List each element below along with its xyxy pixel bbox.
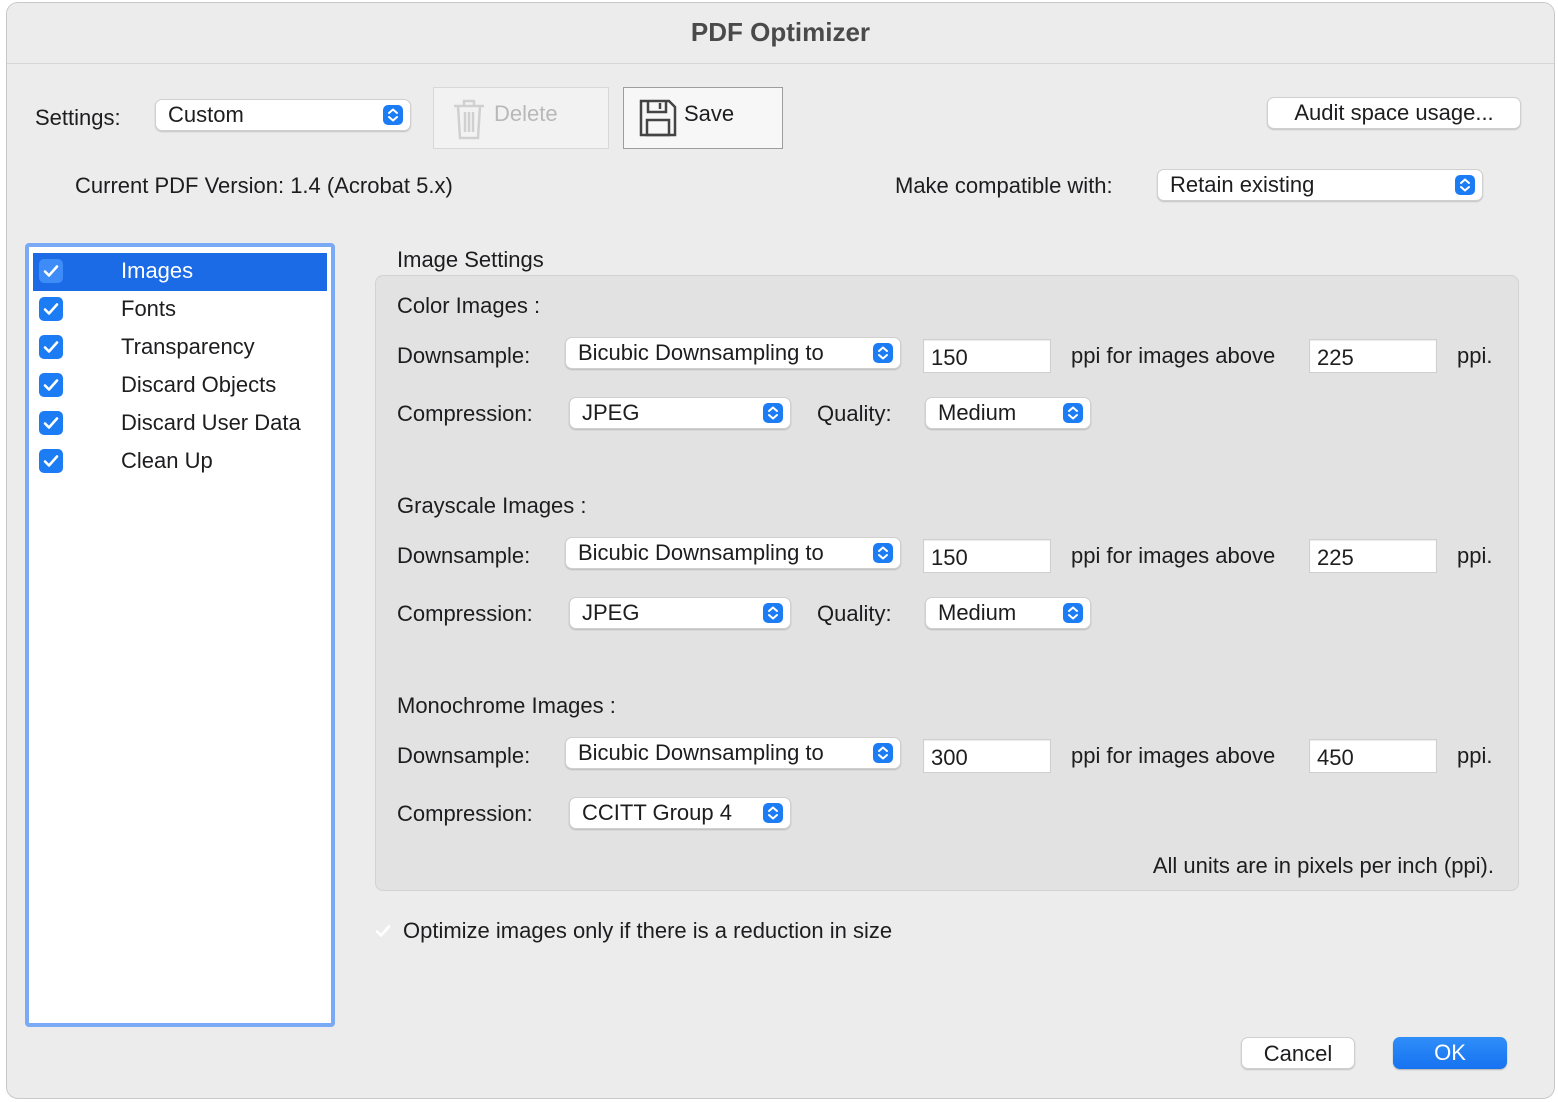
monochrome-compression-label: Compression: [397,801,533,826]
chevron-updown-icon [1063,603,1083,623]
chevron-updown-icon [763,603,783,623]
chevron-updown-icon [1455,175,1475,195]
units-note: All units are in pixels per inch (ppi). [1152,853,1494,878]
chevron-updown-icon [873,743,893,763]
chevron-updown-icon [873,543,893,563]
sidebar-item-label: Clean Up [121,448,213,473]
chevron-updown-icon [1063,403,1083,423]
discard-user-data-checkbox[interactable] [39,411,63,435]
title-bar: PDF Optimizer [7,3,1554,64]
delete-button[interactable]: Delete [433,87,609,149]
monochrome-above-field[interactable]: 450 [1309,739,1437,773]
monochrome-compression-value: CCITT Group 4 [582,800,732,825]
chevron-updown-icon [763,403,783,423]
sidebar-item-discard-user-data[interactable]: Discard User Data [33,405,327,443]
chevron-updown-icon [763,803,783,823]
sidebar-item-label: Discard User Data [121,410,301,435]
grayscale-quality-value: Medium [938,600,1017,625]
optimize-only-label: Optimize images only if there is a reduc… [403,918,893,943]
grayscale-images-header: Grayscale Images : [397,493,587,518]
cancel-button[interactable]: Cancel [1241,1037,1355,1069]
color-compression-label: Compression: [397,401,533,426]
color-ppi-unit: ppi. [1457,343,1493,368]
monochrome-ppi-unit: ppi. [1457,743,1493,768]
settings-label: Settings: [35,105,121,130]
sidebar-item-images[interactable]: Images [33,253,327,291]
color-downsample-label: Downsample: [397,343,531,368]
monochrome-images-header: Monochrome Images : [397,693,616,718]
clean-up-checkbox[interactable] [39,449,63,473]
color-compression-popup[interactable]: JPEG [569,397,791,429]
color-quality-label: Quality: [817,401,892,426]
grayscale-quality-label: Quality: [817,601,892,626]
color-downsample-value: Bicubic Downsampling to [578,340,824,365]
color-quality-popup[interactable]: Medium [925,397,1091,429]
chevron-updown-icon [873,343,893,363]
monochrome-downsample-value: Bicubic Downsampling to [578,740,824,765]
grayscale-ppi-field[interactable]: 150 [923,539,1051,573]
monochrome-downsample-label: Downsample: [397,743,531,768]
color-downsample-popup[interactable]: Bicubic Downsampling to [565,337,901,369]
trash-icon [450,96,488,148]
save-button[interactable]: Save [623,87,783,149]
sidebar-item-label: Images [121,258,194,283]
color-compression-value: JPEG [582,400,640,425]
make-compatible-label: Make compatible with: [895,173,1113,198]
panel-title: Image Settings [397,247,544,272]
grayscale-ppi-above-label: ppi for images above [1071,543,1276,568]
discard-objects-checkbox[interactable] [39,373,63,397]
grayscale-downsample-label: Downsample: [397,543,531,568]
current-pdf-version: Current PDF Version: 1.4 (Acrobat 5.x) [75,173,453,198]
grayscale-ppi-unit: ppi. [1457,543,1493,568]
monochrome-ppi-field[interactable]: 300 [923,739,1051,773]
optimize-only-checkbox-row[interactable]: Optimize images only if there is a reduc… [371,917,951,947]
sidebar-item-label: Discard Objects [121,372,277,397]
save-label: Save [684,101,735,126]
monochrome-compression-popup[interactable]: CCITT Group 4 [569,797,791,829]
delete-label: Delete [494,101,558,126]
window-title: PDF Optimizer [690,17,871,47]
compatibility-popup-value: Retain existing [1170,172,1315,197]
pdf-optimizer-dialog: PDF Optimizer Settings: Custom Delete Sa… [6,2,1555,1099]
grayscale-downsample-value: Bicubic Downsampling to [578,540,824,565]
chevron-updown-icon [383,105,403,125]
compatibility-popup[interactable]: Retain existing [1157,169,1483,201]
audit-space-usage-button[interactable]: Audit space usage... [1267,97,1521,129]
settings-popup-value: Custom [168,102,244,127]
ok-button[interactable]: OK [1393,1037,1507,1069]
color-above-field[interactable]: 225 [1309,339,1437,373]
monochrome-downsample-popup[interactable]: Bicubic Downsampling to [565,737,901,769]
grayscale-above-field[interactable]: 225 [1309,539,1437,573]
grayscale-quality-popup[interactable]: Medium [925,597,1091,629]
sidebar-item-label: Fonts [121,296,177,321]
color-quality-value: Medium [938,400,1017,425]
color-images-header: Color Images : [397,293,541,318]
settings-popup[interactable]: Custom [155,99,411,131]
sidebar-item-clean-up[interactable]: Clean Up [33,443,327,481]
fonts-checkbox[interactable] [39,297,63,321]
grayscale-compression-label: Compression: [397,601,533,626]
floppy-disk-icon [638,98,678,144]
category-list: Images Fonts Transparency Discard Object… [25,243,335,1027]
monochrome-ppi-above-label: ppi for images above [1071,743,1276,768]
grayscale-compression-popup[interactable]: JPEG [569,597,791,629]
images-checkbox[interactable] [39,259,63,283]
sidebar-item-fonts[interactable]: Fonts [33,291,327,329]
grayscale-downsample-popup[interactable]: Bicubic Downsampling to [565,537,901,569]
sidebar-item-transparency[interactable]: Transparency [33,329,327,367]
transparency-checkbox[interactable] [39,335,63,359]
sidebar-item-discard-objects[interactable]: Discard Objects [33,367,327,405]
color-ppi-field[interactable]: 150 [923,339,1051,373]
grayscale-compression-value: JPEG [582,600,640,625]
color-ppi-above-label: ppi for images above [1071,343,1276,368]
sidebar-item-label: Transparency [121,334,255,359]
